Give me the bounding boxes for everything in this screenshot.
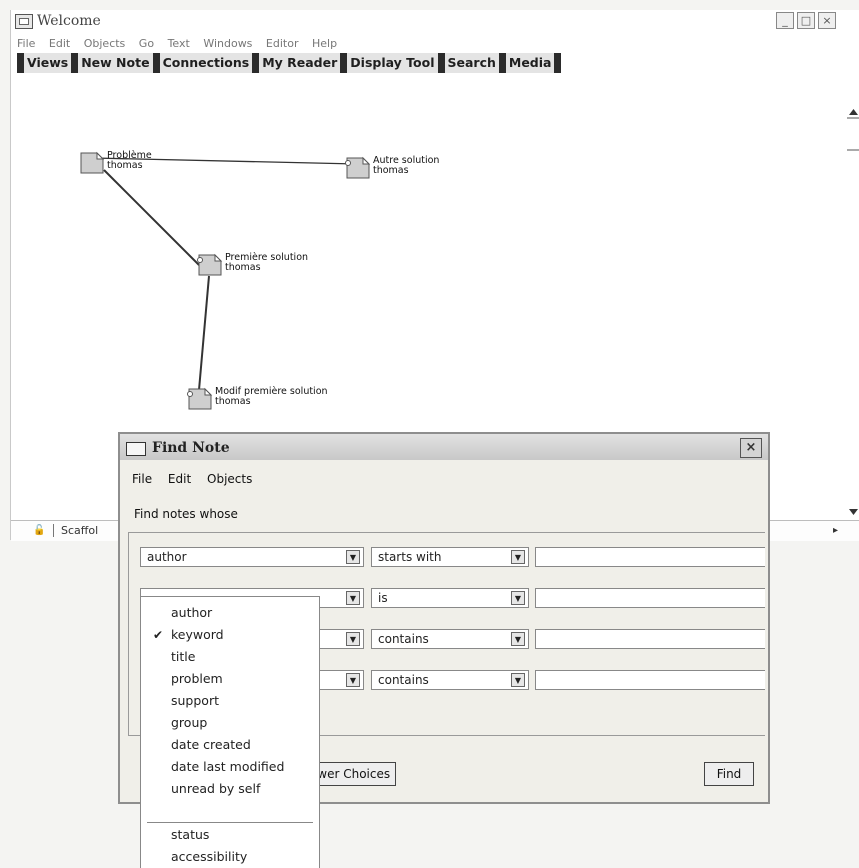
chevron-down-icon[interactable]: ▼ [346,550,360,564]
menu-windows[interactable]: Windows [203,37,252,50]
menu-edit[interactable]: Edit [49,37,70,50]
dropdown-item-label: status [171,827,210,842]
operator-select[interactable]: contains ▼ [371,670,529,690]
dropdown-item-label: date last modified [171,759,285,774]
dropdown-item-unread-by-self[interactable]: unread by self [141,779,319,799]
title-bar: Welcome _ □ × [11,10,859,32]
dialog-menu-objects[interactable]: Objects [207,472,252,486]
field-select[interactable]: author ▼ [140,547,364,567]
dropdown-separator [147,822,313,823]
menu-file[interactable]: File [17,37,35,50]
dropdown-item-title[interactable]: title [141,647,319,667]
window-title: Welcome [37,13,101,29]
field-select-value: author [147,550,187,564]
chevron-down-icon[interactable]: ▼ [511,632,525,646]
dropdown-item-label: support [171,693,219,708]
connection-line [198,275,210,391]
dialog-title-bar[interactable]: Find Note × [120,434,768,460]
dialog-window-icon [126,442,146,456]
operator-select[interactable]: starts with ▼ [371,547,529,567]
note-author: thomas [215,396,251,407]
dropdown-item-support[interactable]: support [141,691,319,711]
chevron-down-icon[interactable]: ▼ [511,591,525,605]
minimize-button[interactable]: _ [776,12,794,29]
operator-select-value: contains [378,673,429,687]
my-reader-button[interactable]: My Reader [252,53,341,73]
dialog-menu-file[interactable]: File [132,472,152,486]
chevron-down-icon[interactable]: ▼ [511,550,525,564]
new-note-button[interactable]: New Note [71,53,153,73]
connection-line [103,169,200,266]
chevron-down-icon[interactable]: ▼ [511,673,525,687]
note-icon [345,156,371,179]
dropdown-item-author[interactable]: author [141,603,319,623]
find-prompt-label: Find notes whose [134,507,238,521]
operator-select[interactable]: contains ▼ [371,629,529,649]
operator-select[interactable]: is ▼ [371,588,529,608]
dialog-menu-bar: File Edit Objects [132,472,264,486]
dropdown-item-label: unread by self [171,781,261,796]
dropdown-item-label: problem [171,671,223,686]
menu-objects[interactable]: Objects [84,37,126,50]
menu-text[interactable]: Text [168,37,190,50]
dialog-close-button[interactable]: × [740,438,762,458]
display-tool-button[interactable]: Display Tool [340,53,438,73]
note-icon [187,387,213,410]
checkmark-icon: ✔ [153,628,164,642]
note-author: thomas [107,160,143,171]
scroll-right-arrow-icon[interactable]: ▸ [833,525,838,536]
close-button[interactable]: × [818,12,836,29]
value-field[interactable] [535,629,765,649]
view-tab-label[interactable]: Scaffol [61,524,98,537]
dialog-menu-edit[interactable]: Edit [168,472,191,486]
menu-go[interactable]: Go [139,37,154,50]
dropdown-item-label: accessibility [171,849,248,864]
window-icon [15,14,33,29]
note-icon [197,253,223,276]
dropdown-item-accessibility[interactable]: accessibility [141,847,319,867]
vertical-scrollbar[interactable] [847,105,859,525]
dropdown-item-label: author [171,605,213,620]
operator-select-value: contains [378,632,429,646]
value-field[interactable] [535,588,765,608]
chevron-down-icon[interactable]: ▼ [346,632,360,646]
chevron-down-icon[interactable]: ▼ [346,673,360,687]
maximize-button[interactable]: □ [797,12,815,29]
dropdown-item-label: date created [171,737,251,752]
views-button[interactable]: Views [17,53,72,73]
dropdown-item-group[interactable]: group [141,713,319,733]
lock-icon[interactable]: 🔓 [33,525,45,536]
scroll-down-arrow-icon[interactable] [849,509,858,515]
note-icon [80,151,105,174]
operator-select-value: is [378,591,388,605]
dropdown-item-problem[interactable]: problem [141,669,319,689]
menu-editor[interactable]: Editor [266,37,299,50]
status-divider [53,524,54,537]
dropdown-item-label: keyword [171,627,224,642]
find-button[interactable]: Find [704,762,754,786]
note-author: thomas [225,262,261,273]
toolbar: Views New Note Connections My Reader Dis… [17,53,562,73]
dropdown-item-date-last-modified[interactable]: date last modified [141,757,319,777]
value-field[interactable] [535,670,765,690]
menu-help[interactable]: Help [312,37,337,50]
note-author: thomas [373,165,409,176]
dropdown-item-label: group [171,715,208,730]
media-button[interactable]: Media [498,53,562,73]
chevron-down-icon[interactable]: ▼ [346,591,360,605]
dropdown-item-label: title [171,649,196,664]
dropdown-item-status[interactable]: status [141,825,319,845]
operator-select-value: starts with [378,550,442,564]
search-button[interactable]: Search [437,53,499,73]
menu-bar: File Edit Objects Go Text Windows Editor… [17,37,347,50]
dropdown-item-keyword[interactable]: ✔ keyword [141,625,319,645]
value-field[interactable] [535,547,765,567]
dropdown-item-date-created[interactable]: date created [141,735,319,755]
scroll-up-arrow-icon[interactable] [849,109,858,115]
connections-button[interactable]: Connections [152,53,253,73]
dialog-title: Find Note [152,440,230,456]
field-dropdown-menu: author ✔ keyword title problem support g… [140,596,320,868]
